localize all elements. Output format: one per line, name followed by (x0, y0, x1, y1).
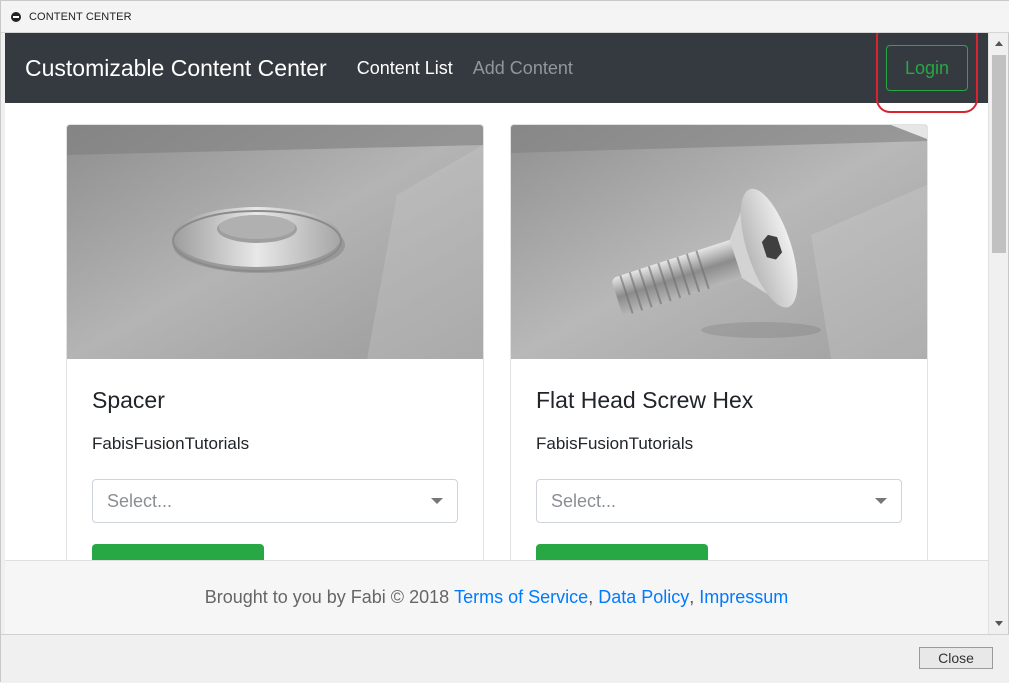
scroll-down-icon[interactable] (995, 621, 1003, 626)
impressum-link[interactable]: Impressum (699, 587, 788, 608)
login-button[interactable]: Login (886, 45, 968, 91)
size-select[interactable]: Select... (536, 479, 902, 523)
terms-link[interactable]: Terms of Service (454, 587, 588, 608)
flat-head-screw-image[interactable] (511, 125, 927, 359)
select-placeholder: Select... (107, 490, 173, 511)
footer-credit: Brought to you by Fabi © 2018 (204, 587, 450, 607)
data-policy-link[interactable]: Data Policy (598, 587, 689, 608)
content-card-spacer: Spacer FabisFusionTutorials Select... (66, 124, 484, 624)
scroll-up-icon[interactable] (995, 41, 1003, 46)
spacer-image[interactable] (67, 125, 483, 359)
web-viewport: Customizable Content Center Content List… (5, 33, 988, 634)
footer-separator: , (588, 587, 599, 607)
select-placeholder: Select... (551, 490, 617, 511)
card-author: FabisFusionTutorials (536, 434, 694, 453)
card-title: Flat Head Screw Hex (536, 387, 754, 413)
card-title: Spacer (92, 387, 165, 413)
window-title: CONTENT CENTER (29, 10, 132, 23)
scrollbar-thumb[interactable] (992, 55, 1006, 253)
navbar: Customizable Content Center Content List… (5, 33, 988, 113)
close-button[interactable]: Close (919, 647, 993, 669)
collapse-icon[interactable] (11, 11, 21, 22)
brand-title[interactable]: Customizable Content Center (25, 55, 327, 82)
footer-separator: , (689, 587, 700, 607)
dialog-button-bar: Close (1, 634, 1009, 683)
nav-add-content[interactable]: Add Content (473, 58, 573, 79)
content-card-flat-head-screw: Flat Head Screw Hex FabisFusionTutorials… (510, 124, 928, 624)
page-footer: Brought to you by Fabi © 2018 Terms of S… (5, 560, 988, 634)
nav-content-list[interactable]: Content List (357, 58, 453, 79)
size-select[interactable]: Select... (92, 479, 458, 523)
chevron-down-icon (431, 498, 443, 504)
card-author: FabisFusionTutorials (92, 434, 250, 453)
chevron-down-icon (875, 498, 887, 504)
vertical-scrollbar[interactable] (988, 33, 1008, 634)
content-center-window: CONTENT CENTER Customizable Content Cent… (0, 0, 1009, 683)
window-titlebar: CONTENT CENTER (1, 1, 1009, 33)
